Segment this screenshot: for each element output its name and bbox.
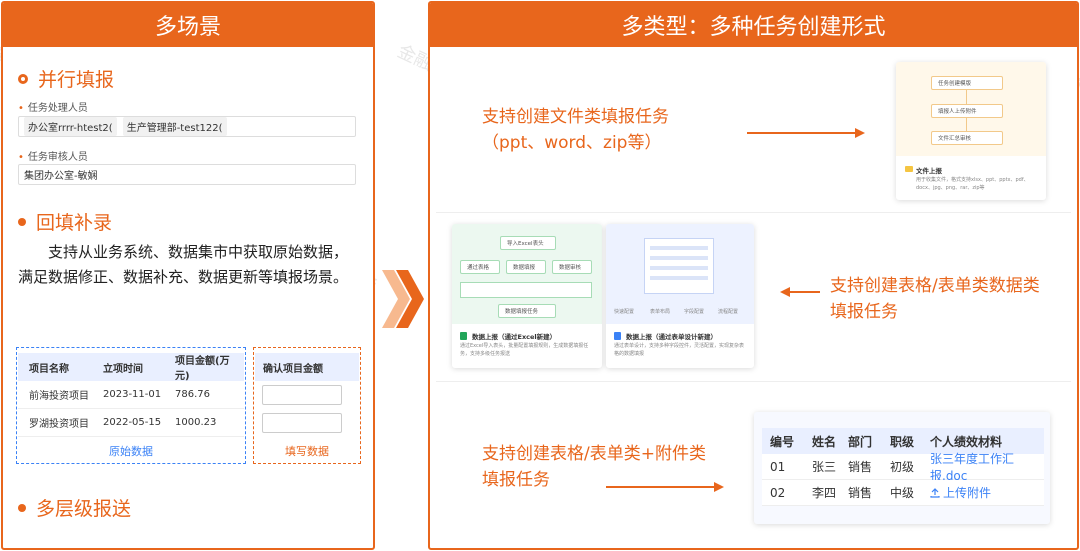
table-row: 前海投资项目 2023-11-01 786.76 [18, 381, 244, 409]
cell: 销售 [848, 460, 873, 474]
divider [436, 381, 1071, 382]
feature-line: 填报任务 [830, 302, 898, 322]
cell: 01 [770, 459, 786, 474]
foot-label: 表单布局 [650, 309, 671, 315]
form-icon [614, 332, 621, 340]
foot-label: 流程配置 [718, 309, 739, 315]
col-header: 个人绩效材料 [930, 434, 1003, 449]
upload-attachment-button[interactable]: 上传附件 [930, 484, 991, 501]
card-title: 数据上报（通过Excel新建） [472, 333, 557, 341]
backfill-paragraph: 支持从业务系统、数据集市中获取原始数据，满足数据修正、数据补充、数据更新等填报场… [18, 243, 349, 286]
section-title: 回填补录 [36, 212, 113, 234]
employee-table-card: 编号 姓名 部门 职级 个人绩效材料 01 张三 销售 初级 张三年度工作汇报.… [754, 412, 1050, 524]
handler-tag[interactable]: 办公室rrrr-htest2( [24, 117, 117, 136]
section-title: 多层级报送 [36, 498, 132, 520]
cell: 786.76 [175, 389, 210, 400]
feature-line: 支持创建文件类填报任务 [482, 107, 669, 127]
cell: 初级 [890, 460, 915, 474]
col-header: 姓名 [812, 434, 837, 449]
cell: 李四 [812, 486, 837, 500]
feature-line: 支持创建表格/表单类+附件类 [482, 444, 706, 464]
section-parallel-fill: 并行填报 [18, 65, 114, 92]
cell: 2022-05-15 [103, 417, 162, 428]
section-title: 并行填报 [38, 69, 115, 91]
card-title: 数据上报（通过表单设计新建） [626, 333, 717, 341]
divider [436, 212, 1071, 213]
form-report-card[interactable]: 快速配置 表单布局 字段配置 流程配置 数据上报（通过表单设计新建） 通过表单设… [606, 224, 754, 368]
flow-node: 通过表格 [460, 260, 500, 274]
file-report-card[interactable]: 任务创建模版 填报人上传附件 文件汇总审核 文件上报 用于收集文件，格式支持xl… [896, 62, 1046, 200]
flow-node: 数据填报 [506, 260, 546, 274]
col-header: 编号 [770, 434, 795, 449]
cell: 罗湖投资项目 [29, 419, 89, 430]
flow-node: 数据填报任务 [498, 304, 556, 318]
chevron-right-icon [382, 270, 424, 328]
table-row: 02 李四 销售 中级 上传附件 [762, 480, 1044, 506]
cell: 前海投资项目 [29, 391, 89, 402]
attachment-link[interactable]: 张三年度工作汇报.doc [930, 450, 1044, 484]
step-node: 文件汇总审核 [931, 131, 1003, 145]
card-desc: 通过表单设计，支持多种字段控件，灵活配置，实现复杂表格的数据填报 [614, 343, 745, 357]
left-panel-header: 多场景 [3, 3, 373, 47]
confirm-amount-input[interactable] [262, 385, 342, 405]
flow-node: 数据审核 [552, 260, 592, 274]
table-extra-header: 确认项目金额 [255, 353, 359, 381]
excel-report-card[interactable]: 导入Excel表头 通过表格 数据填报 数据审核 数据填报任务 数据上报（通过E… [452, 224, 602, 368]
arrow-right-icon [606, 482, 724, 492]
handler-tag[interactable]: 生产管理部-test122( [122, 117, 227, 136]
step-node: 任务创建模版 [931, 76, 1003, 90]
upload-icon [930, 487, 940, 498]
feature-file-task: 支持创建文件类填报任务 （ppt、word、zip等） [482, 104, 669, 156]
section-backfill: 回填补录 [18, 208, 112, 235]
folder-icon [905, 166, 913, 172]
confirm-amount-input[interactable] [262, 413, 342, 433]
card-title: 文件上报 [916, 167, 942, 175]
arrow-left-icon [780, 287, 820, 297]
original-data-caption: 原始数据 [109, 445, 153, 458]
reviewer-field[interactable]: 集团办公室-敏娴 [18, 164, 356, 185]
table-header: 项目名称 立项时间 项目金额(万元) [18, 353, 244, 382]
cell: 2023-11-01 [103, 389, 162, 400]
card-desc: 用于收集文件，格式支持xlsx、ppt、pptx、pdf、docx、jpg、pn… [916, 177, 1029, 191]
foot-label: 字段配置 [684, 309, 705, 315]
cell: 中级 [890, 486, 915, 500]
table-row: 罗湖投资项目 2022-05-15 1000.23 [18, 409, 244, 437]
card-desc: 通过Excel导入表头，批量配置填报规则，生成数据填报任务，支持多级任务报送 [460, 343, 589, 357]
arrow-right-icon [747, 128, 865, 138]
col-header: 项目名称 [29, 363, 69, 375]
feature-line: （ppt、word、zip等） [482, 133, 662, 153]
handler-field[interactable]: 办公室rrrr-htest2( 生产管理部-test122( [18, 116, 356, 137]
col-header: 项目金额(万元) [175, 356, 230, 382]
col-header: 部门 [848, 434, 873, 449]
right-panel-header: 多类型：多种任务创建形式 [430, 3, 1077, 47]
bullet-icon [18, 217, 26, 226]
bullet-icon [18, 503, 26, 512]
feature-table-form-task: 支持创建表格/表单类数据类 填报任务 [830, 273, 1040, 325]
excel-icon [460, 332, 467, 340]
col-header: 确认项目金额 [263, 363, 323, 375]
handler-label: • 任务处理人员 [18, 103, 88, 114]
cell: 张三 [812, 460, 837, 474]
step-node: 填报人上传附件 [931, 104, 1003, 118]
col-header: 立项时间 [103, 363, 143, 375]
cell: 销售 [848, 486, 873, 500]
col-header: 职级 [890, 434, 915, 449]
flow-node: 导入Excel表头 [500, 236, 556, 250]
cell: 1000.23 [175, 417, 217, 428]
reviewer-label: • 任务审核人员 [18, 152, 88, 163]
section-multilevel: 多层级报送 [18, 494, 131, 521]
bullet-icon [18, 73, 28, 84]
foot-label: 快速配置 [614, 309, 635, 315]
cell: 02 [770, 485, 786, 500]
fill-data-caption: 填写数据 [285, 445, 329, 458]
feature-line: 支持创建表格/表单类数据类 [830, 276, 1040, 296]
table-row: 01 张三 销售 初级 张三年度工作汇报.doc [762, 452, 1044, 483]
